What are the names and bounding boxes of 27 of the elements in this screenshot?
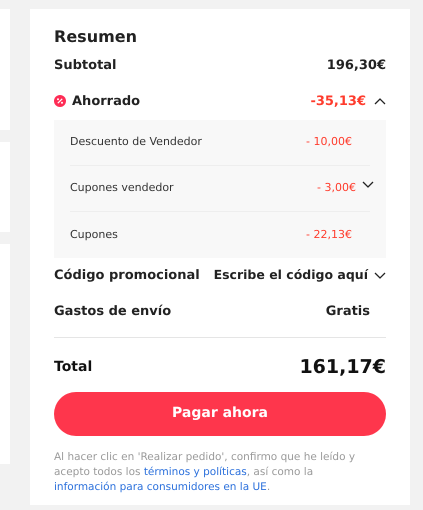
chevron-down-icon — [374, 272, 386, 280]
discount-value: - 3,00€ — [317, 180, 356, 196]
discount-label: Cupones vendedor — [70, 180, 174, 196]
promo-code-field[interactable]: Escribe el código aquí — [214, 266, 386, 286]
savings-value: -35,13€ — [310, 92, 366, 110]
chevron-down-icon — [362, 180, 374, 188]
policy-link[interactable]: información para consumidores en la UE — [54, 480, 267, 492]
total-value: 161,17€ — [299, 355, 386, 380]
policy-link[interactable]: términos y políticas — [144, 466, 247, 478]
subtotal-label: Subtotal — [54, 57, 117, 75]
total-label: Total — [54, 358, 92, 377]
savings-toggle[interactable] — [374, 97, 386, 106]
discount-toggle[interactable] — [362, 180, 374, 188]
chevron-up-icon — [374, 97, 386, 106]
savings-label: Ahorrado — [72, 92, 140, 110]
discount-value: - 10,00€ — [306, 134, 352, 150]
pay-button[interactable]: Pagar ahora — [54, 392, 386, 436]
summary-title: Resumen — [54, 26, 138, 48]
promo-label: Código promocional — [54, 267, 200, 285]
discount-icon — [54, 95, 66, 108]
discount-label: Descuento de Vendedor — [70, 134, 202, 150]
shipping-label: Gastos de envío — [54, 302, 172, 320]
subtotal-value: 196,30€ — [326, 57, 386, 75]
discount-label: Cupones — [70, 226, 118, 243]
shipping-value: Gratis — [326, 302, 370, 320]
discount-value: - 22,13€ — [306, 226, 352, 243]
legal-text: Al hacer clic en 'Realizar pedido', confirmo que he leído y acepto todos los términos y políticas, así como la información para consumidores en la UE. — [54, 450, 356, 494]
